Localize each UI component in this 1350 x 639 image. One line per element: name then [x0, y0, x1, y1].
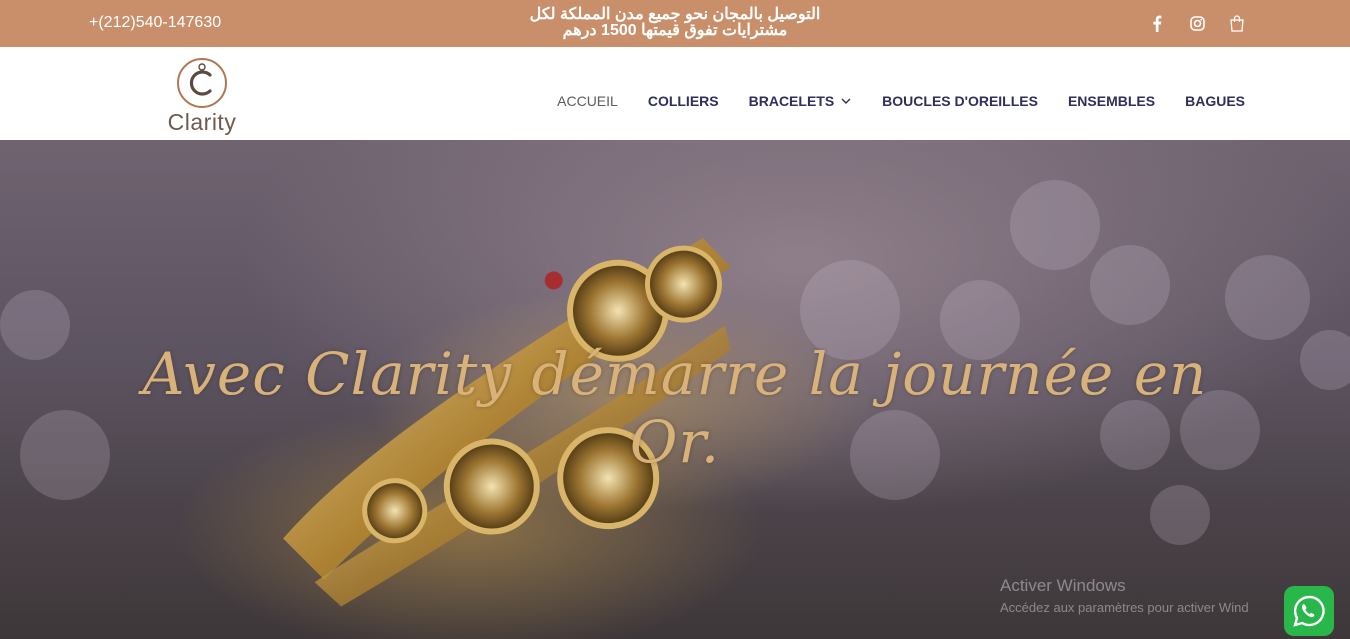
promo-line-2: مشترايات تفوق قيمتها 1500 درهم: [562, 22, 788, 39]
watermark-title: Activer Windows: [1000, 576, 1126, 595]
bokeh-light: [1225, 255, 1310, 340]
nav-item-label: BOUCLES D'OREILLES: [882, 93, 1038, 109]
bokeh-light: [1300, 330, 1350, 390]
nav-item-label: BAGUES: [1185, 93, 1245, 109]
bokeh-light: [20, 410, 110, 500]
whatsapp-icon: [1293, 595, 1325, 627]
nav-item-label: ACCUEIL: [557, 93, 618, 109]
nav-item-label: ENSEMBLES: [1067, 93, 1156, 109]
nav-item-bracelets[interactable]: BRACELETS: [749, 93, 853, 109]
promo-line-1: التوصيل بالمجان نحو جميع مدن المملكة لكل: [529, 6, 821, 23]
nav-item-accueil[interactable]: ACCUEIL: [557, 93, 618, 109]
nav-item-colliers[interactable]: COLLIERS: [648, 93, 719, 109]
nav-item-label: COLLIERS: [647, 93, 719, 109]
top-bar: +(212)540-147630 التوصيل بالمجان نحو جمي…: [0, 0, 1350, 47]
phone-number[interactable]: +(212)540-147630: [89, 14, 221, 32]
logo-ring-icon: [177, 58, 227, 108]
site-logo[interactable]: Clarity: [162, 53, 242, 137]
bokeh-light: [1010, 180, 1100, 270]
hero-title: Avec Clarity démarre la journée en Or.: [142, 340, 1208, 476]
whatsapp-button[interactable]: [1284, 586, 1334, 636]
bokeh-light: [0, 290, 70, 360]
nav-item-ensembles[interactable]: ENSEMBLES: [1068, 93, 1155, 109]
bokeh-light: [1090, 245, 1170, 325]
nav-item-label: BRACELETS: [748, 93, 835, 109]
main-navigation: ACCUEIL COLLIERS BRACELETS BOUCLES D'ORE…: [557, 93, 1245, 109]
bokeh-light: [1150, 485, 1210, 545]
nav-item-bagues[interactable]: BAGUES: [1185, 93, 1245, 109]
chevron-down-icon: [841, 98, 851, 104]
hero-banner: Avec Clarity démarre la journée en Or. A…: [0, 140, 1350, 639]
logo-text: Clarity: [167, 109, 237, 135]
watermark-subtitle: Accédez aux paramètres pour activer Wind: [1000, 600, 1249, 615]
social-icons: [1148, 14, 1246, 32]
instagram-icon[interactable]: [1188, 14, 1206, 32]
promo-banner: التوصيل بالمجان نحو جميع مدن المملكة لكل…: [470, 7, 880, 39]
windows-activation-watermark: Activer Windows Accédez aux paramètres p…: [1000, 576, 1249, 615]
main-header: Clarity ACCUEIL COLLIERS BRACELETS BOUCL…: [0, 47, 1350, 140]
shopping-bag-icon[interactable]: [1228, 14, 1246, 32]
facebook-icon[interactable]: [1148, 14, 1166, 32]
nav-item-boucles-d-oreilles[interactable]: BOUCLES D'OREILLES: [882, 93, 1038, 109]
